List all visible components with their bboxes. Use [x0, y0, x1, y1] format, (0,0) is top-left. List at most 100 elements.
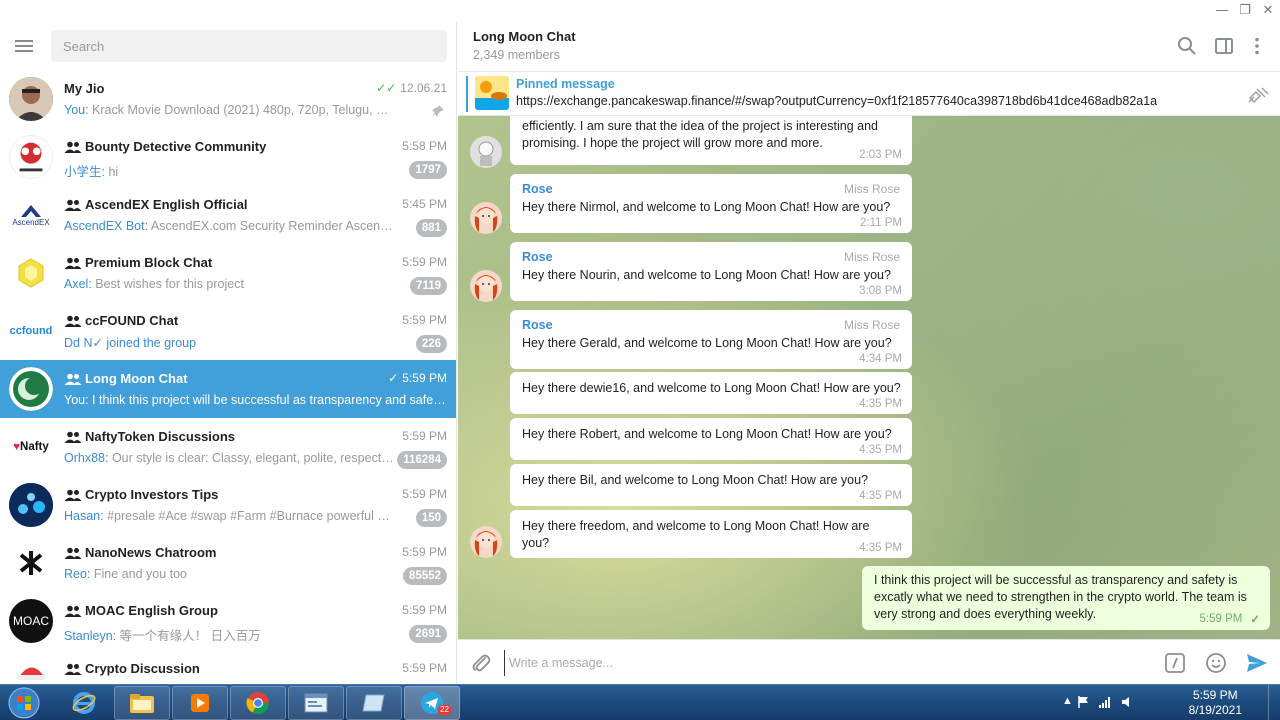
- message-author[interactable]: Rose: [522, 250, 553, 264]
- chat-item-moac[interactable]: MOAC MOAC English Group 5:59 PM Stanleyn…: [0, 592, 456, 650]
- chat-item-ccfound[interactable]: ccfound ccFOUND Chat 5:59 PM Dd N✓ joine…: [0, 302, 456, 360]
- emoji-icon[interactable]: [1204, 651, 1228, 675]
- message-bubble[interactable]: Hey there Robert, and welcome to Long Mo…: [510, 418, 912, 460]
- chat-item-ascendex[interactable]: AscendEX AscendEX English Official 5:45 …: [0, 186, 456, 244]
- rose-avatar-icon: [470, 202, 502, 234]
- chat-item-naftytoken[interactable]: ♥ Nafty NaftyToken Discussions 5:59 PM Or…: [0, 418, 456, 476]
- message-bubble[interactable]: Rose Miss Rose Hey there Nourin, and wel…: [510, 242, 912, 301]
- unread-badge: 85552: [403, 567, 447, 585]
- group-icon: [64, 199, 82, 211]
- chat-name: Long Moon Chat: [64, 371, 384, 386]
- message-text: Hey there freedom, and welcome to Long M…: [522, 519, 870, 550]
- message-author[interactable]: Rose: [522, 182, 553, 196]
- message-bubble[interactable]: Rose Miss Rose Hey there Nirmol, and wel…: [510, 174, 912, 233]
- taskbar-glass-app[interactable]: [346, 686, 402, 720]
- chat-time: 5:59 PM: [402, 313, 447, 327]
- avatar: [9, 251, 53, 295]
- message-bubble[interactable]: Hey there freedom, and welcome to Long M…: [510, 510, 912, 558]
- message-bubble[interactable]: Hey there dewie16, and welcome to Long M…: [510, 372, 912, 414]
- search-icon[interactable]: [1176, 35, 1198, 57]
- pinned-message-bar[interactable]: Pinned message https://exchange.pancakes…: [458, 72, 1280, 116]
- avatar: MOAC: [9, 599, 53, 643]
- unread-badge: 150: [415, 509, 447, 527]
- close-button[interactable]: ✕: [1257, 2, 1279, 20]
- taskbar-internet-explorer[interactable]: [56, 686, 112, 720]
- application-window-icon: [304, 693, 328, 713]
- message-text: This is a very high quality and reliable…: [522, 119, 878, 150]
- folder-icon: [130, 694, 154, 713]
- windows-start-icon[interactable]: [4, 686, 44, 720]
- attach-icon[interactable]: [470, 652, 492, 674]
- chat-name: AscendEX English Official: [64, 197, 384, 212]
- unpin-icon[interactable]: [1246, 84, 1270, 104]
- message-time: 3:08 PM: [859, 285, 902, 297]
- group-icon: [64, 315, 82, 327]
- chat-preview: You: I think this project will be succes…: [64, 393, 446, 407]
- person-photo-icon: [9, 77, 53, 121]
- network-signal-icon[interactable]: [1098, 695, 1112, 709]
- outgoing-message-bubble[interactable]: I think this project will be successful …: [862, 566, 1270, 630]
- chat-time: ✓ 5:59 PM: [388, 371, 447, 385]
- message-input[interactable]: [504, 650, 1144, 676]
- window-titlebar: — ❐ ✕: [0, 0, 1280, 22]
- message-author[interactable]: Rose: [522, 318, 553, 332]
- maximize-button[interactable]: ❐: [1234, 2, 1256, 20]
- message-text: Hey there Gerald, and welcome to Long Mo…: [522, 336, 892, 350]
- tray-expand-icon[interactable]: ▲: [1062, 695, 1076, 709]
- telegram-desktop-window: — ❐ ✕ My Jio ✓✓12.06.21 You: Krack Movie…: [0, 0, 1280, 720]
- chat-item-bounty-detective[interactable]: Bounty Detective Community 5:58 PM 小学生: …: [0, 128, 456, 186]
- message-composer: [458, 639, 1280, 684]
- author-role: Miss Rose: [843, 318, 900, 332]
- pinned-link[interactable]: https://exchange.pancakeswap.finance/#/s…: [516, 94, 1157, 108]
- chat-title[interactable]: Long Moon Chat: [473, 29, 576, 44]
- show-desktop-button[interactable]: [1268, 685, 1280, 720]
- chat-item-crypto-discussion[interactable]: Crypto Discussion 5:59 PM: [0, 650, 456, 684]
- clock-time: 5:59 PM: [1192, 688, 1238, 702]
- action-center-flag-icon[interactable]: [1076, 695, 1090, 709]
- message-time: 4:35 PM: [859, 490, 902, 502]
- taskbar-window-app[interactable]: [288, 686, 344, 720]
- message-text: Hey there Robert, and welcome to Long Mo…: [522, 427, 892, 441]
- avatar: [9, 135, 53, 179]
- taskbar-telegram[interactable]: 22: [404, 686, 460, 720]
- chat-item-nanonews[interactable]: NanoNews Chatroom 5:59 PM Reo: Fine and …: [0, 534, 456, 592]
- chat-preview: Orhx88: Our style is clear: Classy, eleg…: [64, 451, 394, 465]
- message-bubble[interactable]: This is a very high quality and reliable…: [510, 116, 912, 165]
- chat-name: NanoNews Chatroom: [64, 545, 384, 560]
- chat-item-long-moon[interactable]: Long Moon Chat ✓ 5:59 PM You: I think thi…: [0, 360, 456, 418]
- chat-item-my-jio[interactable]: My Jio ✓✓ 12.06.21 You: Krack Movie Downl…: [0, 70, 456, 128]
- volume-icon[interactable]: [1120, 695, 1134, 709]
- hamburger-menu-icon[interactable]: [14, 37, 36, 55]
- chat-time: 5:45 PM: [402, 197, 447, 211]
- more-options-icon[interactable]: [1246, 35, 1268, 57]
- chat-time: 5:58 PM: [402, 139, 447, 153]
- chat-name: My Jio: [64, 81, 105, 96]
- taskbar-file-explorer[interactable]: [114, 686, 170, 720]
- group-icon: [64, 489, 82, 501]
- minimize-button[interactable]: —: [1211, 2, 1233, 20]
- message-bubble[interactable]: Rose Miss Rose Hey there Gerald, and wel…: [510, 310, 912, 369]
- chat-preview: Reo: Fine and you too: [64, 567, 188, 581]
- send-icon[interactable]: [1245, 651, 1269, 675]
- message-bubble[interactable]: Hey there Bil, and welcome to Long Moon …: [510, 464, 912, 506]
- bot-commands-icon[interactable]: [1163, 651, 1187, 675]
- chat-item-crypto-investors[interactable]: Crypto Investors Tips 5:59 PM Hasan: #pr…: [0, 476, 456, 534]
- group-icon: [64, 257, 82, 269]
- taskbar-media-player[interactable]: [172, 686, 228, 720]
- unread-badge: 881: [415, 219, 447, 237]
- nano-logo-icon: [19, 551, 43, 575]
- sidebar-toggle-icon[interactable]: [1213, 35, 1235, 57]
- search-input[interactable]: [51, 30, 447, 62]
- chat-item-premium-block[interactable]: Premium Block Chat 5:59 PM Axel: Best wi…: [0, 244, 456, 302]
- sender-avatar: [470, 136, 502, 168]
- chat-list: My Jio ✓✓ 12.06.21 You: Krack Movie Downl…: [0, 70, 456, 684]
- message-time: 2:11 PM: [860, 217, 902, 229]
- taskbar-clock[interactable]: 5:59 PM 8/19/2021: [1189, 688, 1242, 718]
- avatar: [9, 541, 53, 585]
- messages-area: This is a very high quality and reliable…: [458, 116, 1280, 639]
- taskbar-chrome[interactable]: [230, 686, 286, 720]
- chat-preview: Dd N✓ joined the group: [64, 336, 197, 350]
- chat-time: 5:59 PM: [402, 487, 447, 501]
- pinned-accent-bar: [466, 76, 468, 112]
- internet-explorer-icon: [72, 692, 96, 714]
